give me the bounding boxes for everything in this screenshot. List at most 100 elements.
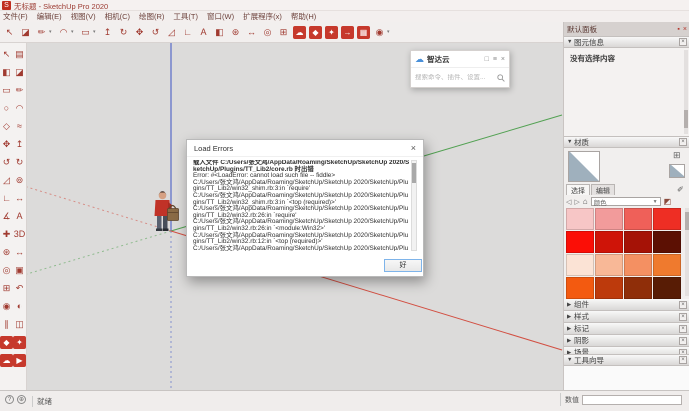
color-swatch[interactable] xyxy=(595,231,623,253)
zoom-extents-tool-icon[interactable]: ⊞ xyxy=(0,282,13,295)
color-swatch[interactable] xyxy=(653,208,681,230)
close-icon[interactable]: × xyxy=(501,56,505,63)
zoom-tool-icon[interactable]: ◎ xyxy=(261,26,274,39)
text-tool-icon[interactable]: A xyxy=(13,210,26,223)
eraser-tool-icon[interactable]: ◪ xyxy=(19,26,32,39)
select-tool-icon[interactable]: ↖ xyxy=(0,48,13,61)
protractor-tool-icon[interactable]: ∡ xyxy=(0,210,13,223)
rotate-tool-icon[interactable]: ↺ xyxy=(149,26,162,39)
follow-me-tool-icon[interactable]: ↻ xyxy=(13,156,26,169)
account-icon[interactable]: ◉ xyxy=(373,26,386,39)
zoom-tool-icon[interactable]: ◎ xyxy=(0,264,13,277)
tool-caret-icon[interactable]: ▾ xyxy=(71,29,76,35)
move-tool-icon[interactable]: ✥ xyxy=(133,26,146,39)
menu-item[interactable]: 视图(V) xyxy=(71,11,96,22)
plugin-icon-2[interactable]: ◆ xyxy=(309,26,322,39)
axes-tool-icon[interactable]: ✚ xyxy=(0,228,13,241)
color-swatch[interactable] xyxy=(653,277,681,299)
search-input[interactable] xyxy=(415,74,495,81)
paint-bucket-tool-icon[interactable]: ◧ xyxy=(213,26,226,39)
section-instructor[interactable]: ▼ 工具向导 × xyxy=(564,354,689,366)
section-close-icon[interactable]: × xyxy=(679,301,687,309)
previous-view-tool-icon[interactable]: ↶ xyxy=(13,282,26,295)
tape-measure-tool-icon[interactable]: ∟ xyxy=(0,192,13,205)
collection-dropdown[interactable]: 颜色 ▼ xyxy=(591,197,661,206)
color-swatch[interactable] xyxy=(624,231,652,253)
material-secondary-preview[interactable] xyxy=(669,164,685,178)
make-component-tool-icon[interactable]: ▤ xyxy=(13,48,26,61)
measurements-input[interactable] xyxy=(582,395,682,405)
create-material-icon[interactable]: ⊞ xyxy=(673,150,681,161)
plugin-icon-4[interactable]: → xyxy=(341,26,354,39)
color-swatch[interactable] xyxy=(595,254,623,276)
pin-icon[interactable]: ▪ xyxy=(677,26,679,33)
sample-paint-icon[interactable]: ◩ xyxy=(664,197,672,206)
plugin-icon-7[interactable]: ✦ xyxy=(13,336,26,349)
collapsed-section-bar[interactable]: ▶ 阴影 × xyxy=(564,335,689,347)
section-close-icon[interactable]: × xyxy=(679,138,687,146)
scrollbar-thumb[interactable] xyxy=(684,110,688,128)
menu-item[interactable]: 相机(C) xyxy=(105,11,130,22)
color-swatch[interactable] xyxy=(595,208,623,230)
plugin-icon-1[interactable]: ☁ xyxy=(293,26,306,39)
paint-bucket-tool-icon[interactable]: ◧ xyxy=(0,66,13,79)
offset-tool-icon[interactable]: ⊚ xyxy=(13,174,26,187)
collapsed-section-bar[interactable]: ▶ 标记 × xyxy=(564,323,689,335)
back-icon[interactable]: ◁ xyxy=(566,198,571,206)
close-icon[interactable]: × xyxy=(411,143,416,153)
color-swatch[interactable] xyxy=(566,277,594,299)
orbit-tool-icon[interactable]: ⊛ xyxy=(0,246,13,259)
menu-item[interactable]: 扩展程序(x) xyxy=(243,11,282,22)
push-pull-tool-icon[interactable]: ↥ xyxy=(13,138,26,151)
freehand-tool-icon[interactable]: ≈ xyxy=(13,120,26,133)
eyedropper-icon[interactable]: ✐ xyxy=(677,185,684,194)
scrollbar[interactable] xyxy=(685,208,689,296)
rotate-tool-icon[interactable]: ↺ xyxy=(0,156,13,169)
geolocation-icon[interactable]: ⊕ xyxy=(17,395,26,404)
tool-caret-icon[interactable]: ▾ xyxy=(93,29,98,35)
plugin-icon-9[interactable]: ▶ xyxy=(13,354,26,367)
tab-edit[interactable]: 编辑 xyxy=(591,184,615,195)
menu-icon[interactable]: ≡ xyxy=(493,56,497,63)
arc-tool-icon[interactable]: ◠ xyxy=(57,26,70,39)
select-tool-icon[interactable]: ↖ xyxy=(3,26,16,39)
position-camera-tool-icon[interactable]: ◉ xyxy=(0,300,13,313)
arc-tool-icon[interactable]: ◠ xyxy=(13,102,26,115)
pan-tool-icon[interactable]: ↔ xyxy=(245,26,258,39)
scale-figure[interactable] xyxy=(155,191,179,231)
tool-caret-icon[interactable]: ▾ xyxy=(387,29,392,35)
color-swatch[interactable] xyxy=(566,231,594,253)
line-tool-icon[interactable]: ✏ xyxy=(13,84,26,97)
section-materials[interactable]: ▼ 材质 × xyxy=(564,136,689,148)
color-swatch[interactable] xyxy=(624,208,652,230)
line-tool-icon[interactable]: ✏ xyxy=(35,26,48,39)
maximize-icon[interactable]: □ xyxy=(485,56,489,63)
section-close-icon[interactable]: × xyxy=(679,325,687,333)
load-errors-titlebar[interactable]: Load Errors × xyxy=(187,140,423,157)
menu-item[interactable]: 文件(F) xyxy=(3,11,28,22)
menu-item[interactable]: 工具(T) xyxy=(173,11,198,22)
rectangle-tool-icon[interactable]: ▭ xyxy=(0,84,13,97)
section-close-icon[interactable]: × xyxy=(679,38,687,46)
color-swatch[interactable] xyxy=(624,254,652,276)
collapsed-section-bar[interactable]: ▶ 组件 × xyxy=(564,299,689,311)
follow-me-tool-icon[interactable]: ↻ xyxy=(117,26,130,39)
color-swatch[interactable] xyxy=(566,254,594,276)
scrollbar[interactable] xyxy=(684,50,688,134)
move-tool-icon[interactable]: ✥ xyxy=(0,138,13,151)
forward-icon[interactable]: ▷ xyxy=(574,198,579,206)
orbit-tool-icon[interactable]: ⊛ xyxy=(229,26,242,39)
look-around-tool-icon[interactable]: ◐ xyxy=(13,300,26,313)
menu-item[interactable]: 编辑(E) xyxy=(37,11,62,22)
menu-item[interactable]: 帮助(H) xyxy=(291,11,316,22)
tape-measure-tool-icon[interactable]: ∟ xyxy=(181,26,194,39)
polygon-tool-icon[interactable]: ◇ xyxy=(0,120,13,133)
text-tool-icon[interactable]: A xyxy=(197,26,210,39)
menu-item[interactable]: 窗口(W) xyxy=(207,11,234,22)
section-close-icon[interactable]: × xyxy=(679,356,687,364)
color-swatch[interactable] xyxy=(653,254,681,276)
color-swatch[interactable] xyxy=(566,208,594,230)
plugin-icon-6[interactable]: ◆ xyxy=(0,336,13,349)
in-model-icon[interactable]: ⌂ xyxy=(583,197,588,206)
color-swatch[interactable] xyxy=(624,277,652,299)
